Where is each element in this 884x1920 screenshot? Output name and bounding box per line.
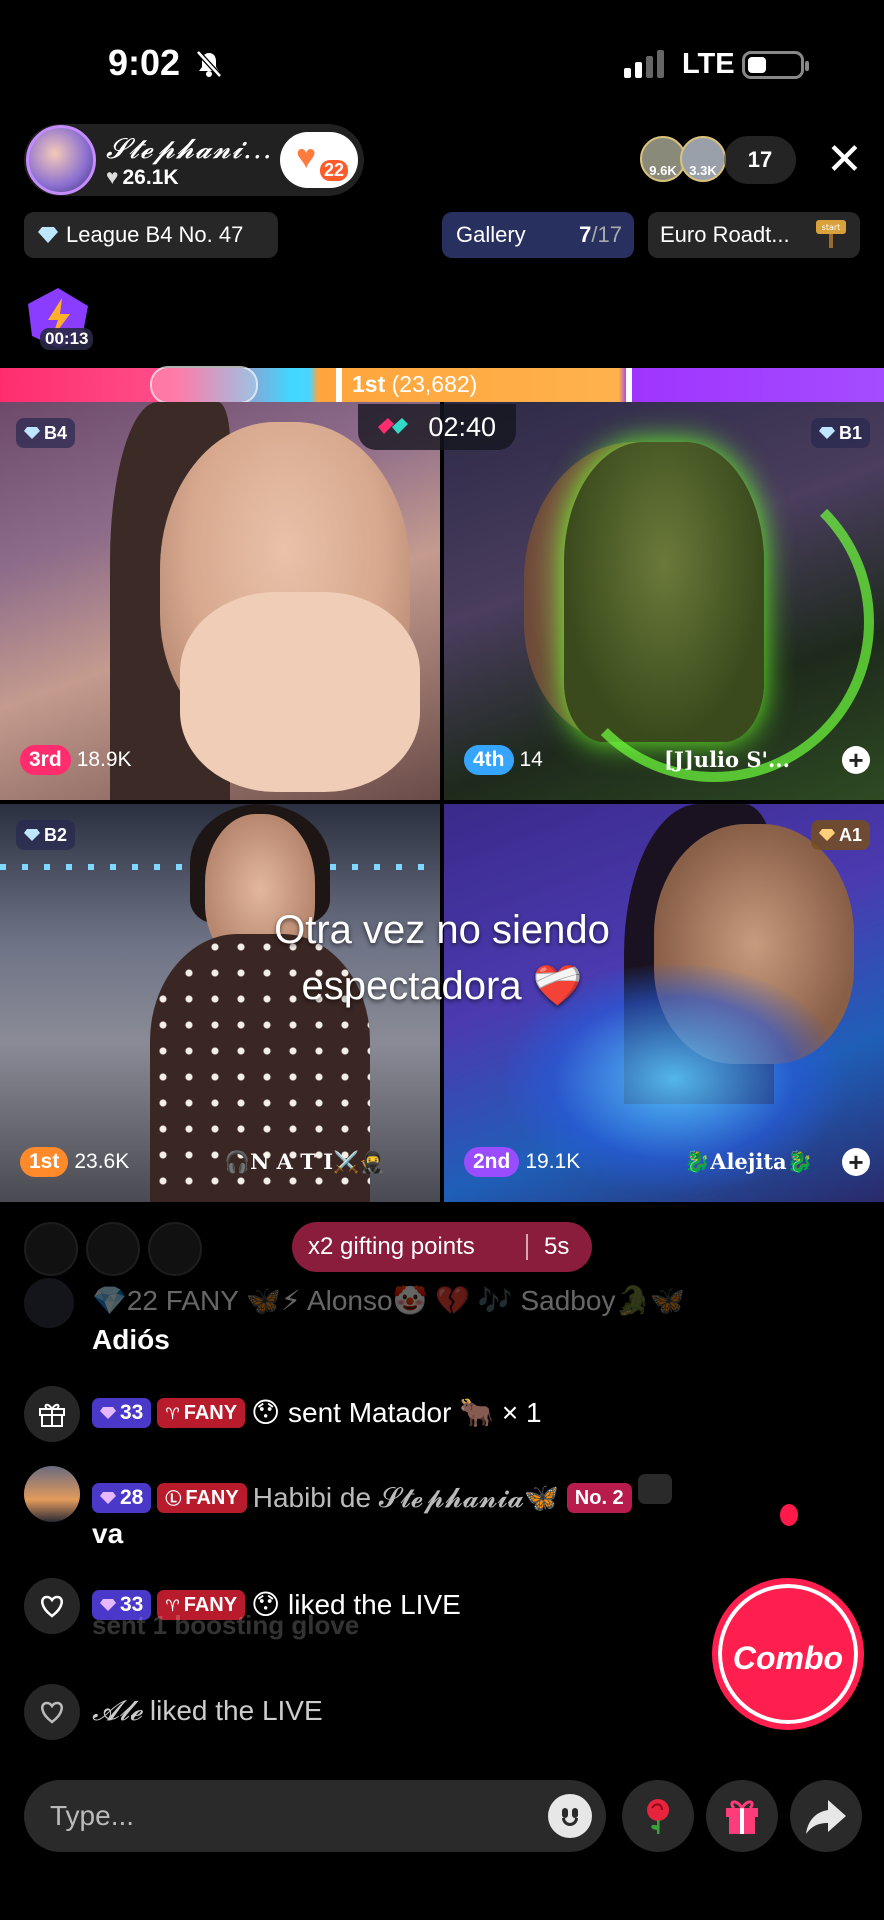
tier-badge: B2 (16, 820, 76, 850)
battle-leader: 1st (23,682) (352, 371, 478, 397)
heart-icon: ♥ (296, 138, 317, 176)
share-icon (806, 1800, 846, 1834)
signal-icon (624, 50, 664, 78)
network-type: LTE (682, 48, 735, 80)
rank-row: 3rd 18.9K (20, 744, 132, 776)
diamond-icon (38, 227, 58, 243)
start-sign-icon: start (816, 220, 846, 248)
svg-text:start: start (822, 223, 841, 232)
viewer-avatar[interactable]: 3.3K (680, 136, 726, 182)
event-pill[interactable]: Euro Roadt... start (648, 212, 860, 258)
fan-badge: Ⓛ FANY (157, 1483, 247, 1513)
gift-icon (24, 1386, 80, 1442)
balloon-icon (780, 1504, 798, 1526)
heart-icon: ♥ (106, 166, 119, 189)
add-player-button[interactable]: + (842, 1148, 870, 1176)
battle-icon (378, 418, 408, 434)
bell-muted-icon (196, 50, 222, 78)
top-viewers[interactable]: 9.6K 3.3K (640, 136, 732, 184)
combo-button[interactable]: Combo (712, 1578, 864, 1730)
rank-row: 4th 14 (464, 744, 543, 776)
heart-outline-icon (24, 1684, 80, 1740)
boost-badge[interactable]: 00:13 (22, 286, 94, 350)
share-button[interactable] (790, 1780, 862, 1852)
battle-progress-bar: 1st (23,682) (0, 366, 884, 404)
tier-badge: B4 (16, 418, 76, 448)
gallery-count: 7/17 (579, 222, 622, 247)
chat-message: 28 Ⓛ FANY Habibi de 𝓢𝓽𝓮𝓹𝓱𝓪𝓷𝓲𝓪🦋 No. 2 (92, 1474, 672, 1515)
add-player-button[interactable]: + (842, 746, 870, 774)
emoji-icon[interactable] (548, 1794, 592, 1838)
host-likes: ♥ 26.1K (106, 166, 179, 189)
rank-row: 1st 23.6K (20, 1146, 129, 1178)
host-name: 𝓢𝓽𝓮𝓹𝓱𝓪𝓷𝓲... (106, 132, 273, 165)
host-avatar[interactable] (26, 125, 96, 195)
player-name: [J]ulio S'... (664, 747, 790, 772)
progress-marker (150, 366, 258, 404)
player-name: 🐉Alejita🐉 (684, 1149, 813, 1174)
gifter-avatars[interactable] (24, 1222, 214, 1276)
heart-outline-icon (24, 1578, 80, 1634)
viewer-count[interactable]: 17 (724, 136, 796, 184)
gift-button[interactable] (706, 1780, 778, 1852)
stream-caption: Otra vez no siendo espectadora ❤️‍🩹 (274, 908, 610, 1008)
gallery-pill[interactable]: Gallery 7/17 (442, 212, 634, 258)
player-name: 🎧N A T I⚔️🥷 (224, 1149, 386, 1174)
host-info[interactable]: 𝓢𝓽𝓮𝓹𝓱𝓪𝓷𝓲... ♥ 26.1K ♥ 22 (24, 124, 364, 196)
battle-tile-2[interactable]: B1 4th 14 [J]ulio S'... + (444, 402, 884, 800)
level-badge: 28 (92, 1483, 152, 1513)
level-badge: 33 (92, 1398, 152, 1428)
battle-timer: 02:40 (358, 404, 516, 450)
follow-count: 22 (320, 160, 349, 181)
fan-club-icon (637, 1474, 672, 1504)
rose-gift-button[interactable] (622, 1780, 694, 1852)
fan-badge: ♈ FANY (157, 1398, 246, 1428)
tier-badge: B1 (810, 418, 870, 448)
chat-like-message: 𝓐𝓵𝓮 liked the LIVE (92, 1694, 323, 1727)
close-button[interactable]: ✕ (826, 138, 863, 182)
chat-gift-message: 33 ♈ FANY 😯 sent Matador 🐂 × 1 (92, 1396, 542, 1429)
tier-badge: A1 (810, 820, 870, 850)
battle-tile-1[interactable]: B4 3rd 18.9K (0, 402, 440, 800)
chat-message-faded: sent 1 boosting glove (92, 1610, 360, 1640)
chat-message-text: va (92, 1518, 124, 1549)
comment-input[interactable]: Type... (24, 1780, 606, 1852)
gift-icon (726, 1800, 758, 1834)
league-pill[interactable]: League B4 No. 47 (24, 212, 278, 258)
follow-button[interactable]: ♥ 22 (280, 132, 358, 188)
chat-message: Adiós (92, 1324, 170, 1355)
rank-row: 2nd 19.1K (464, 1146, 580, 1178)
user-avatar[interactable] (24, 1466, 80, 1522)
status-time: 9:02 (108, 42, 181, 83)
rose-icon (647, 1799, 669, 1834)
gifting-points-pill[interactable]: x2 gifting points 5s (292, 1222, 592, 1272)
battery-icon (742, 51, 809, 79)
rank-badge: No. 2 (566, 1483, 632, 1513)
